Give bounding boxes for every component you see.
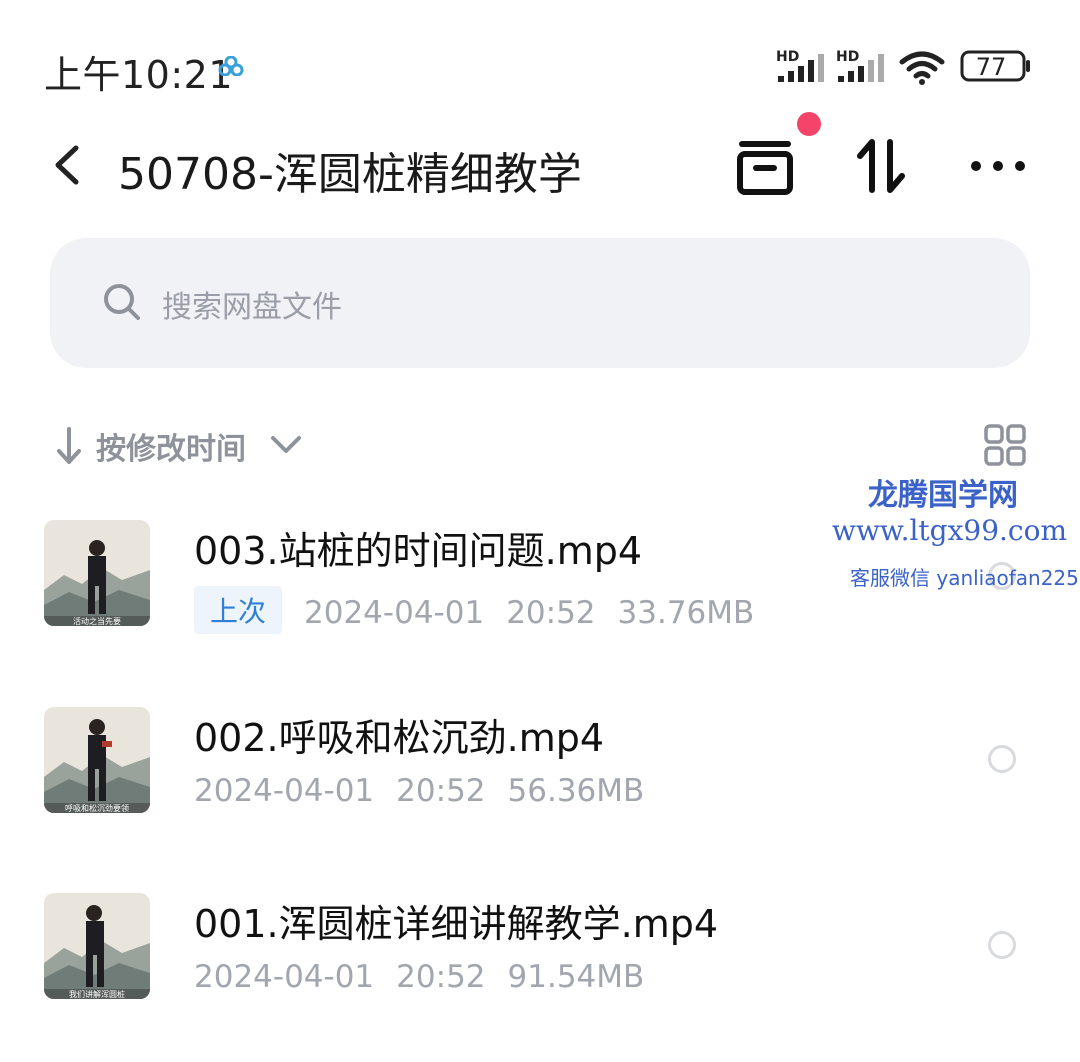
back-button[interactable] — [48, 140, 88, 190]
signal-icon: HD — [776, 49, 824, 82]
watermark-url: www.ltgx99.com — [832, 514, 1068, 547]
page-title: 50708-浑圆桩精细教学 — [118, 149, 582, 200]
list-item[interactable]: 我们讲解浑圆桩 001.浑圆桩详细讲解教学.mp4 2024-04-01 20:5… — [0, 883, 1080, 1033]
file-size: 91.54MB — [507, 959, 645, 995]
signal-label: HD — [776, 49, 799, 65]
more-icon[interactable] — [968, 154, 1028, 178]
video-thumbnail: 我们讲解浑圆桩 — [44, 893, 150, 999]
file-meta: 2024-04-01 20:52 56.36MB — [194, 773, 666, 809]
file-time: 20:52 — [396, 773, 486, 809]
file-date: 2024-04-01 — [194, 959, 375, 995]
file-size: 33.76MB — [617, 595, 755, 631]
thumbnail-caption: 我们讲解浑圆桩 — [69, 989, 125, 999]
sort-arrow-icon[interactable] — [56, 426, 82, 466]
file-time: 20:52 — [396, 959, 486, 995]
header: 50708-浑圆桩精细教学 — [0, 110, 1080, 220]
watermark-contact: 客服微信 yanliaofan225 — [850, 566, 1079, 590]
file-meta: 上次 2024-04-01 20:52 33.76MB — [194, 586, 776, 634]
file-date: 2024-04-01 — [304, 595, 485, 631]
transfer-button[interactable] — [852, 136, 910, 196]
file-name: 001.浑圆桩详细讲解教学.mp4 — [194, 902, 719, 946]
chevron-down-icon[interactable] — [270, 434, 302, 456]
wifi-icon — [899, 51, 945, 85]
select-radio[interactable] — [988, 745, 1016, 773]
file-size: 56.36MB — [507, 773, 645, 809]
status-bar: 上午10:21 HD HD 77 — [0, 0, 1080, 110]
cloud-sync-icon — [218, 56, 244, 76]
file-time: 20:52 — [506, 595, 596, 631]
sort-label[interactable]: 按修改时间 — [96, 424, 246, 468]
video-thumbnail: 呼吸和松沉劲要领 — [44, 707, 150, 813]
thumbnail-caption: 呼吸和松沉劲要领 — [65, 803, 129, 813]
notification-dot — [797, 112, 821, 136]
file-meta: 2024-04-01 20:52 91.54MB — [194, 959, 666, 995]
video-thumbnail: 活动之当先要 — [44, 520, 150, 626]
signal-label: HD — [836, 49, 859, 65]
file-name: 002.呼吸和松沉劲.mp4 — [194, 716, 605, 760]
watermark-title: 龙腾国学网 — [868, 478, 1018, 513]
battery-level: 77 — [975, 53, 1007, 81]
last-viewed-badge: 上次 — [194, 586, 283, 634]
archive-button[interactable] — [734, 138, 796, 196]
select-radio[interactable] — [988, 931, 1016, 959]
signal-icon: HD — [836, 49, 884, 82]
grid-view-icon[interactable] — [984, 424, 1026, 466]
status-time: 上午10:21 — [44, 53, 234, 97]
file-date: 2024-04-01 — [194, 773, 375, 809]
search-placeholder: 搜索网盘文件 — [162, 290, 342, 325]
list-item[interactable]: 呼吸和松沉劲要领 002.呼吸和松沉劲.mp4 2024-04-01 20:52 5… — [0, 697, 1080, 847]
search-input[interactable]: 搜索网盘文件 — [50, 238, 1030, 368]
file-name: 003.站桩的时间问题.mp4 — [194, 529, 643, 573]
thumbnail-caption: 活动之当先要 — [73, 616, 121, 626]
search-icon — [104, 284, 140, 320]
